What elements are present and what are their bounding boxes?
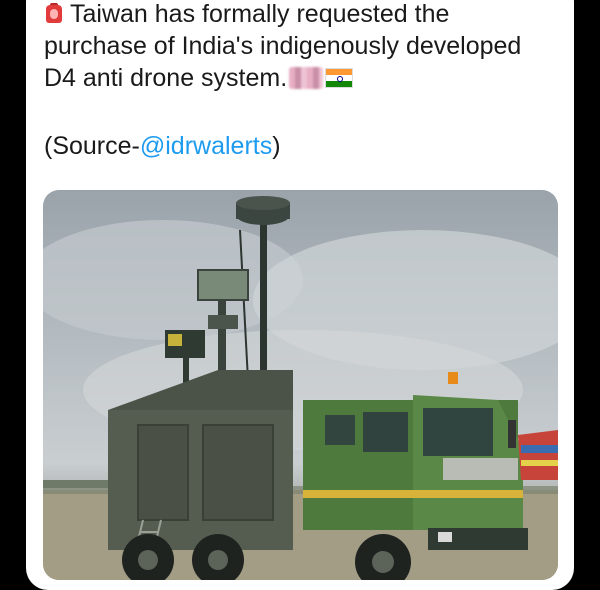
d4-truck-illustration	[43, 196, 558, 580]
tweet-text-line-3: D4 anti drone system.	[44, 64, 288, 92]
tweet-media-image[interactable]	[43, 190, 558, 580]
tweet-source: (Source-@idrwalerts)	[44, 132, 281, 161]
tweet-body: Taiwan has formally requested the purcha…	[44, 0, 569, 94]
tweet-text-line-1: Taiwan has formally requested the	[70, 0, 450, 28]
source-prefix: (Source-	[44, 132, 140, 160]
tweet-line-2: purchase of India's indigenously develop…	[44, 32, 522, 60]
source-suffix: )	[272, 132, 281, 160]
police-light-icon	[44, 3, 64, 25]
tweet-line-3: D4 anti drone system.	[44, 62, 569, 94]
india-flag-icon	[325, 68, 354, 88]
blurred-emoji-icon	[289, 67, 324, 89]
tweet-line-1: Taiwan has formally requested the	[44, 0, 569, 30]
tweet-card[interactable]: Taiwan has formally requested the purcha…	[26, 0, 574, 590]
source-handle-link[interactable]: @idrwalerts	[140, 132, 272, 160]
